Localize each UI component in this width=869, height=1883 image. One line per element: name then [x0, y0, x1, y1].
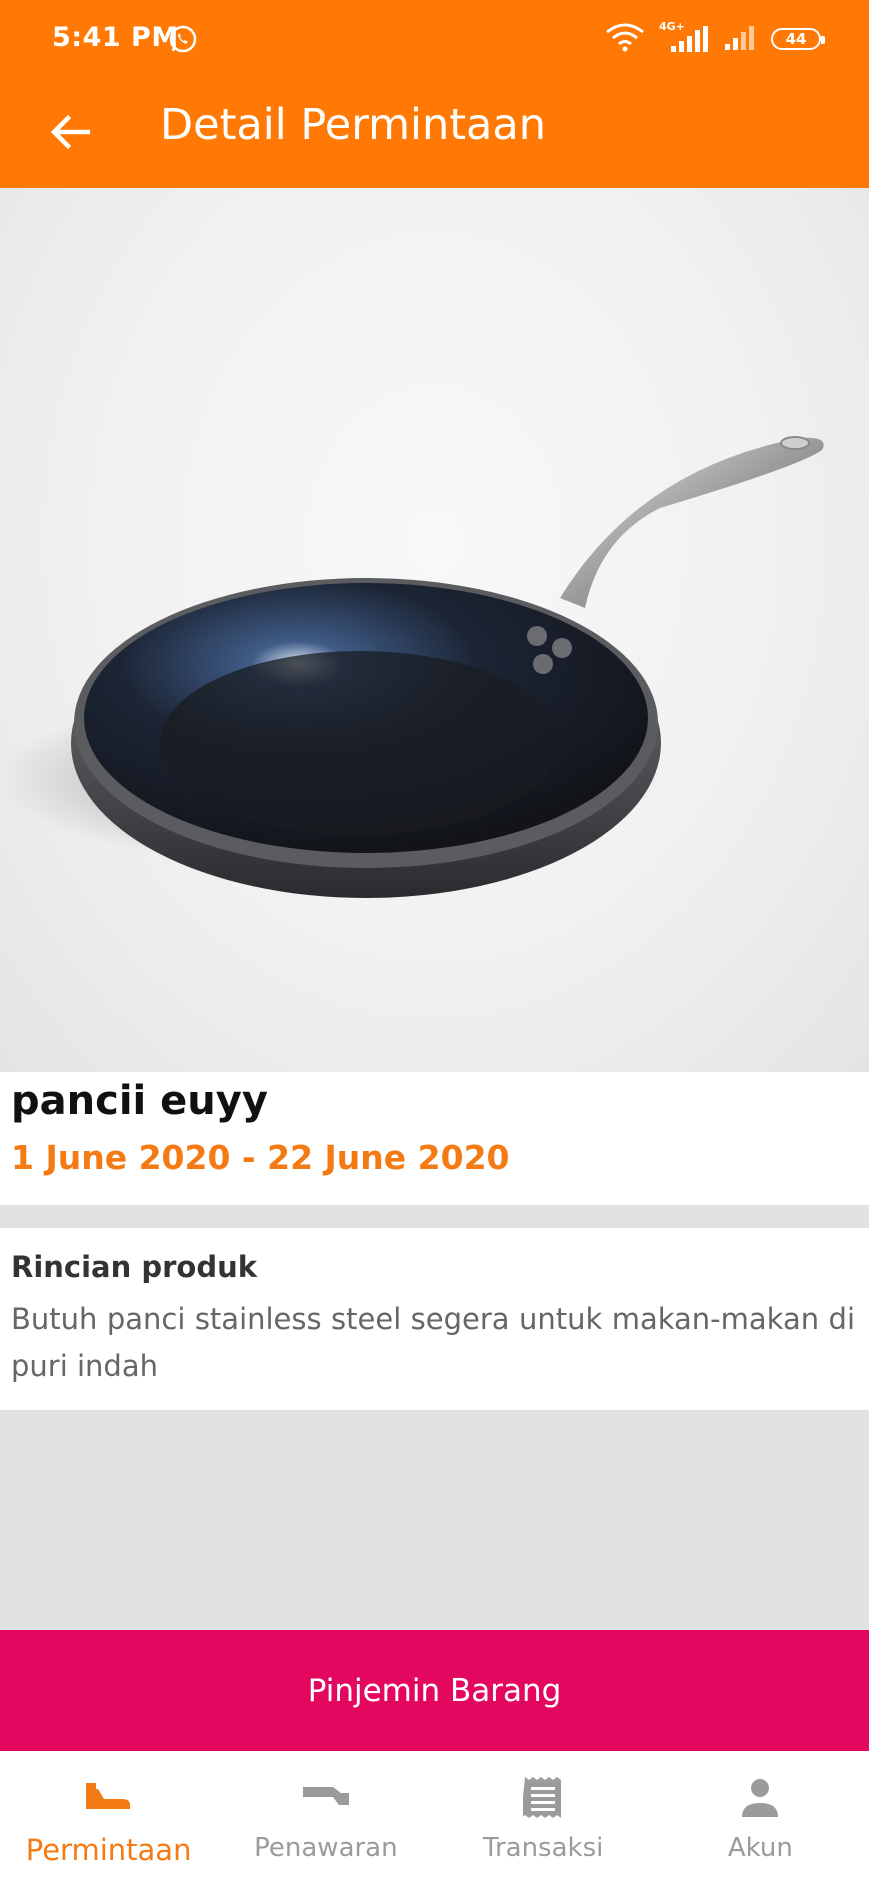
signal-icon [723, 22, 757, 56]
product-title-card: pancii euyy 1 June 2020 - 22 June 2020 [0, 1072, 869, 1205]
nav-label-penawaran: Penawaran [254, 1833, 398, 1863]
lend-item-button[interactable]: Pinjemin Barang [0, 1630, 869, 1751]
product-image [0, 188, 869, 1072]
battery-level: 44 [785, 30, 807, 48]
app-bar: Detail Permintaan [0, 78, 869, 188]
nav-label-akun: Akun [727, 1833, 793, 1863]
page-title: Detail Permintaan [160, 100, 547, 150]
arrow-left-icon [50, 114, 91, 154]
wifi-icon [605, 22, 645, 56]
whatsapp-icon [168, 24, 198, 58]
nav-label-permintaan: Permintaan [25, 1833, 192, 1867]
receipt-icon [523, 1773, 563, 1823]
status-time: 5:41 PM [52, 22, 179, 53]
nav-label-transaksi: Transaksi [482, 1833, 604, 1863]
nav-item-akun[interactable]: Akun [652, 1751, 869, 1883]
signal-4g-icon: 4G+ [659, 20, 709, 54]
bottom-navigation: Permintaan Penawaran Transaksi Akun [0, 1751, 869, 1883]
battery-icon: 44 [771, 28, 825, 50]
person-icon [740, 1773, 780, 1823]
request-hand-icon [84, 1773, 134, 1823]
nav-item-transaksi[interactable]: Transaksi [435, 1751, 652, 1883]
details-heading: Rincian produk [11, 1250, 258, 1284]
offer-hand-icon [301, 1773, 351, 1823]
back-button[interactable] [40, 104, 100, 164]
nav-item-penawaran[interactable]: Penawaran [217, 1751, 434, 1883]
status-bar: 5:41 PM 4G+ 44 [0, 0, 869, 78]
product-name: pancii euyy [11, 1078, 268, 1124]
details-description: Butuh panci stainless steel segera untuk… [11, 1302, 855, 1383]
product-details-card: Rincian produk Butuh panci stainless ste… [0, 1228, 869, 1410]
nav-item-permintaan[interactable]: Permintaan [0, 1751, 217, 1883]
date-range: 1 June 2020 - 22 June 2020 [11, 1138, 510, 1177]
